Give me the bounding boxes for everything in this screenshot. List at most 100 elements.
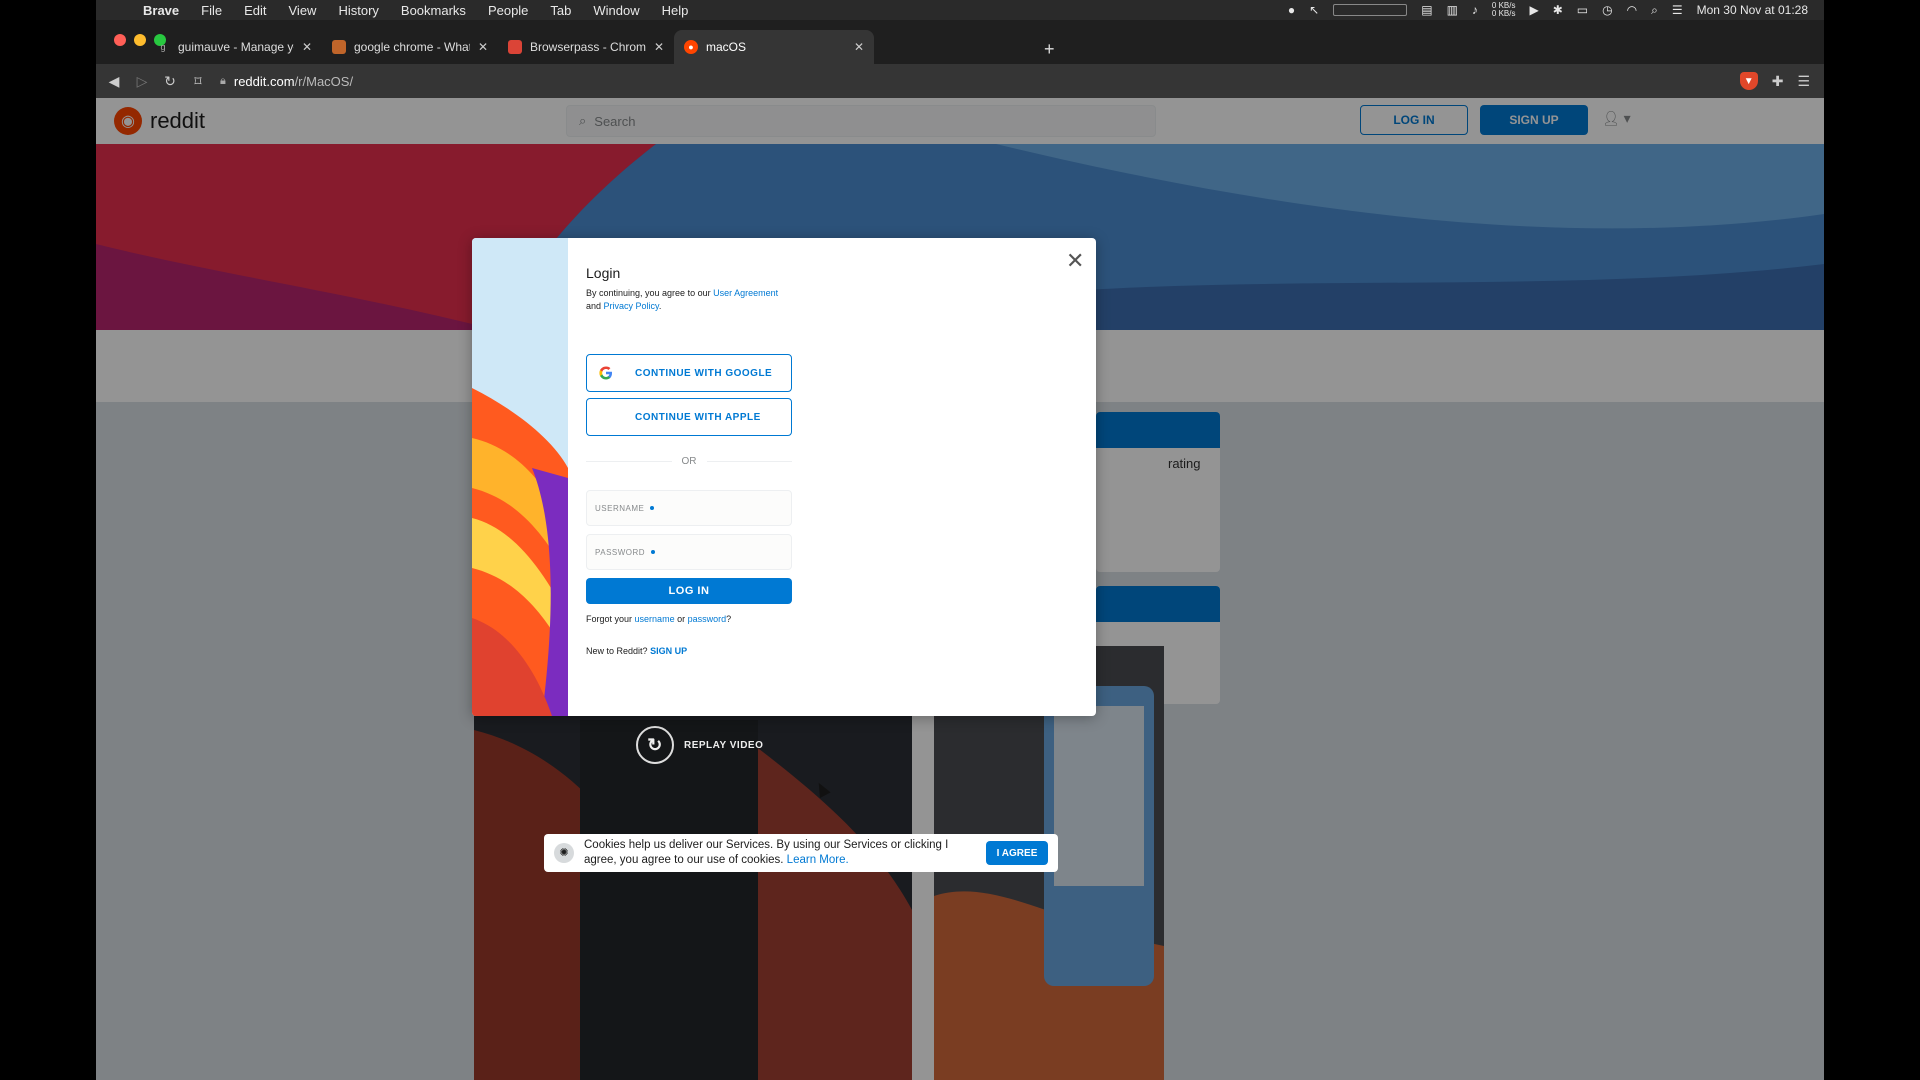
tab-macos[interactable]: ● macOS ✕ [674,30,874,64]
control-center-icon[interactable]: ☰ [1672,3,1683,17]
browser-window: g guimauve - Manage your passw ✕ google … [96,20,1824,1080]
tab-browserpass[interactable]: Browserpass - Chrome Web Sto ✕ [498,30,674,64]
continue-with-apple-button[interactable]: CONTINUE WITH APPLE [586,398,792,436]
wifi-icon[interactable]: ◠ [1627,3,1637,17]
tab-title: Browserpass - Chrome Web Sto [530,40,646,54]
replay-icon: ↻ [636,726,674,764]
modal-side-art [472,238,568,716]
time-machine-icon[interactable]: ◷ [1602,3,1612,17]
net-down: 0 KB/s [1491,9,1516,18]
tab-strip: g guimauve - Manage your passw ✕ google … [96,20,1824,64]
toolbar-right: ▼ ✚ ☰ [1739,72,1824,90]
forgot-username-link[interactable]: username [635,614,675,624]
tab-title: google chrome - What is Native [354,40,470,54]
forgot-password-link[interactable]: password [688,614,727,624]
webstore-favicon-icon [508,40,522,54]
apple-icon [599,410,613,424]
bookmark-icon[interactable]: ⌑ [184,73,212,90]
tab-google-chrome[interactable]: google chrome - What is Native ✕ [322,30,498,64]
stackexchange-favicon-icon [332,40,346,54]
menu-edit[interactable]: Edit [233,3,277,18]
record-icon[interactable]: ● [1288,3,1295,17]
back-icon[interactable]: ◀ [100,73,128,90]
google-icon [599,366,613,380]
url-domain: reddit.com [233,73,295,89]
play-icon[interactable]: ▶ [1529,3,1538,17]
close-tab-icon[interactable]: ✕ [302,40,312,54]
cursor-tool-icon[interactable]: ↖ [1309,3,1319,17]
close-tab-icon[interactable]: ✕ [478,40,488,54]
sensor-icon[interactable]: ♪ [1472,3,1478,17]
memory-icon[interactable]: ▤ [1421,3,1432,17]
privacy-policy-link[interactable]: Privacy Policy [604,301,659,311]
disk-icon[interactable]: ▥ [1447,3,1458,17]
menu-view[interactable]: View [278,3,328,18]
cookie-icon: ✺ [554,843,574,863]
close-tab-icon[interactable]: ✕ [654,40,664,54]
user-agreement-link[interactable]: User Agreement [713,288,778,298]
agree-and: and [586,301,602,311]
modal-title: Login [586,265,621,281]
password-field[interactable]: PASSWORD [586,534,792,570]
required-dot-icon [651,550,656,554]
cookie-text: Cookies help us deliver our Services. By… [584,839,949,866]
battery-icon[interactable]: ▭ [1577,3,1588,17]
cookie-banner: ✺ Cookies help us deliver our Services. … [544,834,1058,872]
menu-file[interactable]: File [190,3,233,18]
login-modal: Login By continuing, you agree to our Us… [472,238,1096,716]
required-dot-icon [650,506,655,510]
activity-graph[interactable] [1333,4,1408,16]
close-window-button[interactable] [114,34,126,46]
google-button-label: CONTINUE WITH GOOGLE [635,367,773,379]
close-modal-icon[interactable]: ✕ [1066,248,1084,274]
or-divider: OR [586,456,792,467]
forgot-prefix: Forgot your [586,614,633,624]
modal-signup-link[interactable]: SIGN UP [650,646,687,656]
menu-app-name[interactable]: Brave [132,3,190,18]
replay-label: REPLAY VIDEO [684,739,764,751]
login-submit-button[interactable]: LOG IN [586,578,792,604]
forgot-or: or [677,614,686,624]
network-speed[interactable]: 0 KB/s 0 KB/s [1492,2,1516,18]
menubar-datetime[interactable]: Mon 30 Nov at 01:28 [1697,3,1808,17]
or-text: OR [681,456,697,467]
forward-icon[interactable]: ▷ [128,73,156,90]
brave-shields-icon[interactable]: ▼ [1739,72,1758,90]
tab-title: guimauve - Manage your passw [178,40,294,54]
menu-history[interactable]: History [327,3,389,18]
macos-menubar: Brave File Edit View History Bookmarks P… [96,0,1824,20]
menu-people[interactable]: People [477,3,539,18]
bluetooth-icon[interactable]: ✱ [1553,3,1563,17]
minimize-window-button[interactable] [134,34,146,46]
menu-bookmarks[interactable]: Bookmarks [390,3,477,18]
new-tab-icon[interactable]: + [1044,39,1055,60]
divider-line [706,461,792,462]
menu-window[interactable]: Window [582,3,650,18]
forgot-credentials: Forgot your username or password? [586,614,731,624]
address-bar[interactable]: 🔒︎ reddit.com/r/MacOS/ [220,74,353,89]
learn-more-link[interactable]: Learn More. [787,854,849,866]
close-tab-icon[interactable]: ✕ [854,40,864,54]
g-favicon-icon: g [160,42,166,52]
i-agree-button[interactable]: I AGREE [986,841,1048,865]
apple-button-label: CONTINUE WITH APPLE [635,411,761,423]
menu-tab[interactable]: Tab [539,3,582,18]
reddit-favicon-icon: ● [684,40,698,54]
continue-with-google-button[interactable]: CONTINUE WITH GOOGLE [586,354,792,392]
username-placeholder: USERNAME [595,503,645,513]
browser-toolbar: ◀ ▷ ↻ ⌑ 🔒︎ reddit.com/r/MacOS/ ▼ ✚ ☰ [96,64,1824,98]
menubar-status-area: ● ↖ ▤ ▥ ♪ 0 KB/s 0 KB/s ▶ ✱ ▭ ◷ ◠ ⌕ ☰ Mon… [1288,2,1824,18]
replay-video-button[interactable]: ↻ REPLAY VIDEO [636,726,763,764]
menu-help[interactable]: Help [651,3,700,18]
password-placeholder: PASSWORD [595,547,646,557]
reload-icon[interactable]: ↻ [156,73,184,90]
extensions-icon[interactable]: ✚ [1772,73,1784,90]
browser-menu-icon[interactable]: ☰ [1797,73,1810,90]
username-field[interactable]: USERNAME [586,490,792,526]
lock-icon: 🔒︎ [220,74,226,87]
spotlight-icon[interactable]: ⌕ [1651,3,1658,18]
forgot-suffix: ? [726,614,732,624]
tab-guimauve[interactable]: g guimauve - Manage your passw ✕ [146,30,322,64]
agree-prefix: By continuing, you agree to our [586,288,711,298]
agreement-text: By continuing, you agree to our User Agr… [586,288,779,311]
